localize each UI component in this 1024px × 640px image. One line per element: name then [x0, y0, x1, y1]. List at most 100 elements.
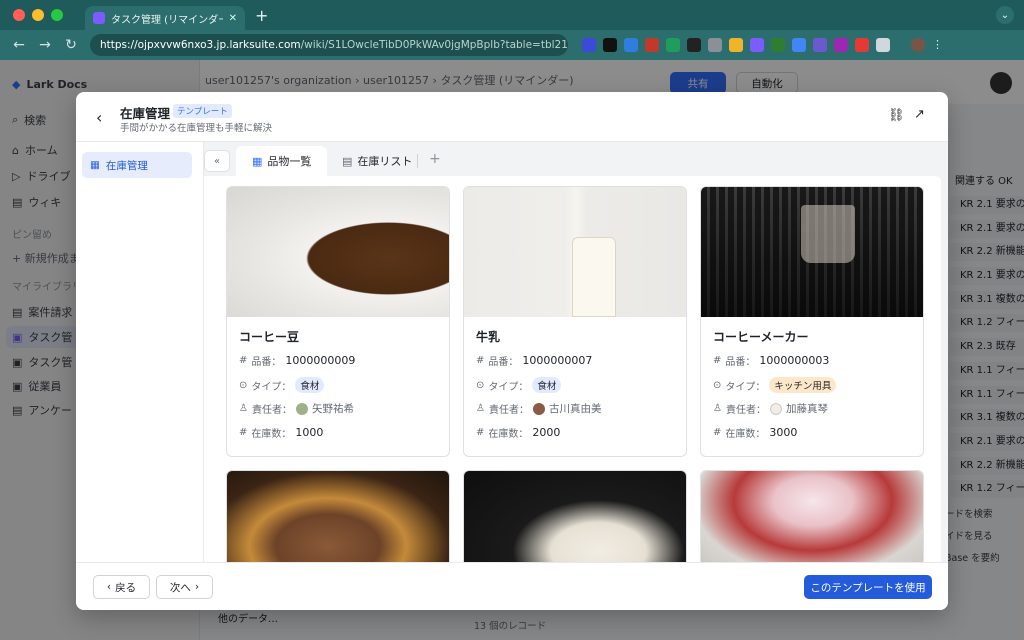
new-tab-button[interactable]: +	[255, 6, 268, 25]
template-tag: テンプレート	[173, 104, 232, 118]
minimize-window-button[interactable]	[32, 9, 44, 21]
tab-label: 品物一覧	[267, 155, 312, 168]
field-code: # 品番： 1000000007	[476, 353, 592, 368]
menu-dots-icon[interactable]: ⋮	[932, 38, 943, 52]
hash-icon: #	[713, 427, 722, 438]
address-bar[interactable]: https://ojpxvvw6nxo3.jp.larksuite.com/wi…	[90, 34, 568, 56]
browser-tab-bar: タスク管理 (リマインダー) - Lar ✕ + ⌄	[0, 0, 1024, 30]
url-host: https://ojpxvvw6nxo3.jp.larksuite.com	[100, 39, 301, 51]
browser-tab-active[interactable]: タスク管理 (リマインダー) - Lar ✕	[85, 6, 245, 30]
extension-icon[interactable]	[687, 38, 701, 52]
extension-icon[interactable]	[708, 38, 722, 52]
gallery-card[interactable]	[700, 470, 924, 562]
field-value: 2000	[532, 426, 561, 439]
person-icon: ♙	[713, 403, 722, 414]
extension-icon[interactable]	[813, 38, 827, 52]
extension-icon[interactable]	[666, 38, 680, 52]
field-label: タイプ：	[725, 381, 766, 393]
card-image	[464, 471, 686, 562]
use-template-button[interactable]: このテンプレートを使用	[804, 575, 932, 599]
tab-search-icon[interactable]: ⌄	[996, 6, 1014, 24]
hash-icon: #	[713, 355, 722, 366]
extension-icon[interactable]	[792, 38, 806, 52]
previous-button[interactable]: ‹ 戻る	[93, 575, 150, 599]
window-controls	[13, 9, 63, 21]
gallery-card[interactable]: 牛乳 # 品番： 1000000007 ⊙ タイプ： 食材 ♙ 責任者： 古川真由美 # 在庫…	[463, 186, 687, 457]
owner-avatar	[532, 402, 545, 415]
card-image	[227, 187, 449, 317]
chevron-left-icon: ‹	[106, 581, 112, 593]
extension-icon[interactable]	[855, 38, 869, 52]
next-button-label: 次へ	[169, 581, 191, 594]
link-icon[interactable]: ⛓	[888, 108, 905, 123]
field-code: # 品番： 1000000003	[713, 353, 829, 368]
puzzle-extensions-icon[interactable]	[876, 38, 890, 52]
modal-header: ‹ 在庫管理 テンプレート 手間がかかる在庫管理も手軽に解決 ⛓ ↗	[76, 92, 948, 142]
tab-divider	[417, 154, 418, 168]
back-chevron-icon[interactable]: ‹	[96, 108, 102, 127]
close-tab-icon[interactable]: ✕	[229, 13, 237, 24]
extensions-bar: ⋮	[582, 38, 943, 52]
field-owner: ♙ 責任者： 加藤真琴	[713, 401, 828, 416]
field-stock: # 在庫数： 3000	[713, 425, 797, 440]
extension-icon[interactable]	[645, 38, 659, 52]
extension-icon[interactable]	[729, 38, 743, 52]
tab-label: 在庫リスト	[357, 155, 413, 168]
field-value: 1000000007	[522, 354, 593, 367]
select-circle-icon: ⊙	[476, 379, 485, 391]
hash-icon: #	[476, 355, 485, 366]
field-label: 在庫数：	[725, 429, 766, 440]
field-label: 責任者：	[488, 405, 529, 416]
milk-bottle-shape	[572, 237, 616, 317]
reload-icon[interactable]: ↻	[64, 37, 78, 53]
field-stock: # 在庫数： 2000	[476, 425, 560, 440]
extension-icon[interactable]	[750, 38, 764, 52]
field-label: 責任者：	[251, 405, 292, 416]
type-pill: 食材	[295, 377, 325, 393]
select-circle-icon: ⊙	[239, 379, 248, 391]
table-icon: ▦	[90, 159, 100, 171]
card-title: 牛乳	[476, 330, 501, 344]
field-code: # 品番： 1000000009	[239, 353, 355, 368]
gallery-card[interactable]	[463, 470, 687, 562]
modal-footer: ‹ 戻る 次へ › このテンプレートを使用	[76, 562, 948, 610]
gallery-card[interactable]: コーヒーメーカー # 品番： 1000000003 ⊙ タイプ： キッチン用具 ♙ 責任者…	[700, 186, 924, 457]
field-label: 品番：	[251, 357, 282, 368]
extension-icon[interactable]	[834, 38, 848, 52]
tab-stock-list[interactable]: ▤ 在庫リスト	[326, 146, 428, 176]
add-view-icon[interactable]: +	[429, 151, 441, 167]
browser-toolbar: ← → ↻ https://ojpxvvw6nxo3.jp.larksuite.…	[0, 30, 1024, 60]
share-icon[interactable]: ↗	[914, 107, 925, 122]
close-window-button[interactable]	[13, 9, 25, 21]
type-pill: キッチン用具	[769, 377, 837, 393]
extension-icon[interactable]	[624, 38, 638, 52]
field-owner: ♙ 責任者： 古川真由美	[476, 401, 601, 416]
extension-icon[interactable]	[603, 38, 617, 52]
collapse-sidebar-icon[interactable]: «	[204, 150, 230, 172]
extension-icon[interactable]	[771, 38, 785, 52]
field-value: 3000	[769, 426, 798, 439]
gallery-icon: ▦	[252, 154, 263, 168]
tab-item-list[interactable]: ▦ 品物一覧	[236, 146, 328, 176]
hash-icon: #	[239, 427, 248, 438]
card-title: コーヒーメーカー	[713, 330, 809, 344]
espresso-glass-shape	[801, 205, 855, 263]
person-icon: ♙	[476, 403, 485, 414]
hash-icon: #	[476, 427, 485, 438]
field-type: ⊙ タイプ： キッチン用具	[713, 377, 837, 393]
back-arrow-icon[interactable]: ←	[12, 37, 26, 53]
profile-avatar-icon[interactable]	[911, 38, 925, 52]
gallery-card[interactable]: コーヒー豆 # 品番： 1000000009 ⊙ タイプ： 食材 ♙ 責任者： 矢野祐希 #…	[226, 186, 450, 457]
field-type: ⊙ タイプ： 食材	[476, 377, 562, 393]
next-button[interactable]: 次へ ›	[156, 575, 213, 599]
gallery-card[interactable]	[226, 470, 450, 562]
previous-button-label: 戻る	[115, 581, 137, 594]
template-nav-item[interactable]: ▦ 在庫管理	[82, 152, 192, 178]
forward-arrow-icon[interactable]: →	[38, 37, 52, 53]
modal-subtitle: 手間がかかる在庫管理も手軽に解決	[120, 123, 273, 134]
extension-icon[interactable]	[582, 38, 596, 52]
person-icon: ♙	[239, 403, 248, 414]
field-value: 加藤真琴	[785, 403, 828, 415]
maximize-window-button[interactable]	[51, 9, 63, 21]
owner-avatar	[295, 402, 308, 415]
